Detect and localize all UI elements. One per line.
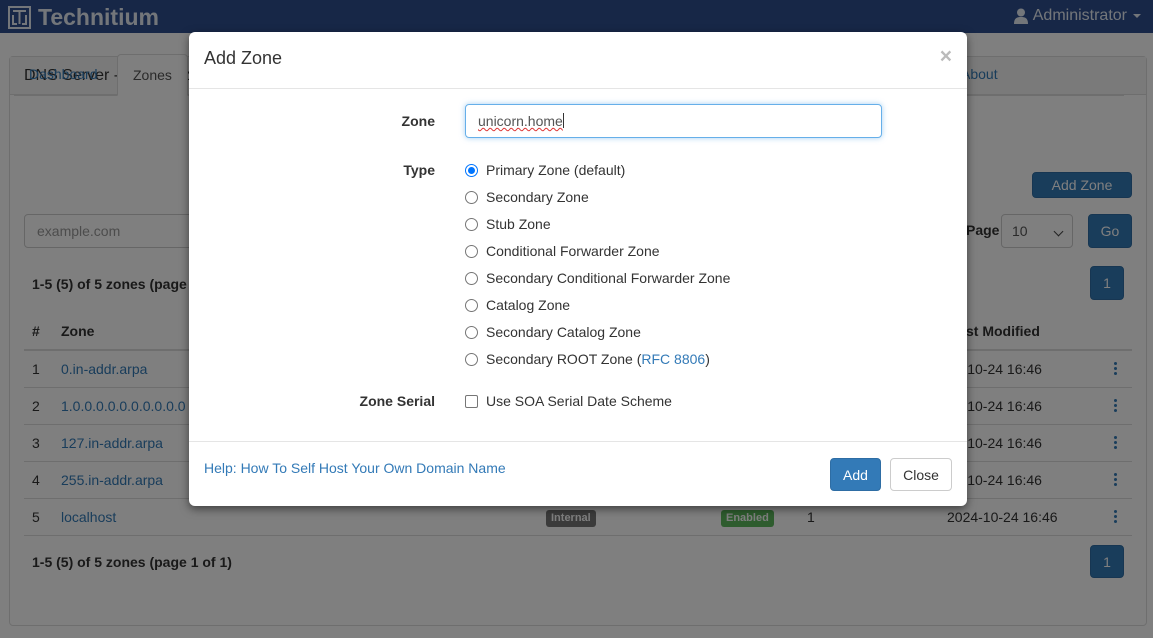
radio-label-suffix: ) <box>705 351 710 367</box>
soa-serial-date-checkbox[interactable]: Use SOA Serial Date Scheme <box>465 391 672 411</box>
close-icon[interactable]: × <box>940 45 952 69</box>
zone-label: Zone <box>401 113 435 129</box>
radio-icon[interactable] <box>465 325 478 339</box>
help-link[interactable]: Help: How To Self Host Your Own Domain N… <box>204 460 506 476</box>
radio-icon[interactable] <box>465 352 478 366</box>
type-label: Type <box>403 162 435 178</box>
radio-icon[interactable] <box>465 190 478 204</box>
radio-label: Catalog Zone <box>486 297 571 313</box>
checkbox-label: Use SOA Serial Date Scheme <box>486 393 672 409</box>
zone-serial-label: Zone Serial <box>359 393 435 409</box>
radio-label: Stub Zone <box>486 216 551 232</box>
radio-selected-icon[interactable] <box>465 163 478 177</box>
radio-stub-zone[interactable]: Stub Zone <box>465 214 551 234</box>
radio-icon[interactable] <box>465 244 478 258</box>
radio-icon[interactable] <box>465 271 478 285</box>
radio-label: Conditional Forwarder Zone <box>486 243 660 259</box>
add-button[interactable]: Add <box>830 458 881 491</box>
radio-icon[interactable] <box>465 217 478 231</box>
radio-primary-zone[interactable]: Primary Zone (default) <box>465 160 625 180</box>
radio-catalog-zone[interactable]: Catalog Zone <box>465 295 570 315</box>
zone-name-input[interactable]: unicorn.home <box>465 104 882 138</box>
radio-conditional-forwarder-zone[interactable]: Conditional Forwarder Zone <box>465 241 660 261</box>
text-cursor <box>562 113 564 128</box>
radio-label: Primary Zone (default) <box>486 162 626 178</box>
rfc-8806-link[interactable]: RFC 8806 <box>641 351 705 367</box>
add-zone-dialog: Add Zone × Zone unicorn.home Type Primar… <box>189 32 967 506</box>
radio-secondary-root-zone[interactable]: Secondary ROOT Zone (RFC 8806) <box>465 349 710 369</box>
checkbox-icon[interactable] <box>465 394 478 408</box>
radio-icon[interactable] <box>465 298 478 312</box>
close-button[interactable]: Close <box>890 458 952 491</box>
radio-label: Secondary Catalog Zone <box>486 324 641 340</box>
modal-title: Add Zone <box>204 48 283 68</box>
radio-secondary-zone[interactable]: Secondary Zone <box>465 187 589 207</box>
radio-label: Secondary ROOT Zone ( <box>486 351 642 367</box>
radio-secondary-catalog-zone[interactable]: Secondary Catalog Zone <box>465 322 641 342</box>
radio-label: Secondary Zone <box>486 189 589 205</box>
modal-footer: Help: How To Self Host Your Own Domain N… <box>189 441 967 506</box>
zone-name-value: unicorn.home <box>478 113 563 129</box>
radio-secondary-conditional-forwarder-zone[interactable]: Secondary Conditional Forwarder Zone <box>465 268 730 288</box>
radio-label: Secondary Conditional Forwarder Zone <box>486 270 731 286</box>
modal-header: Add Zone × <box>189 32 967 89</box>
